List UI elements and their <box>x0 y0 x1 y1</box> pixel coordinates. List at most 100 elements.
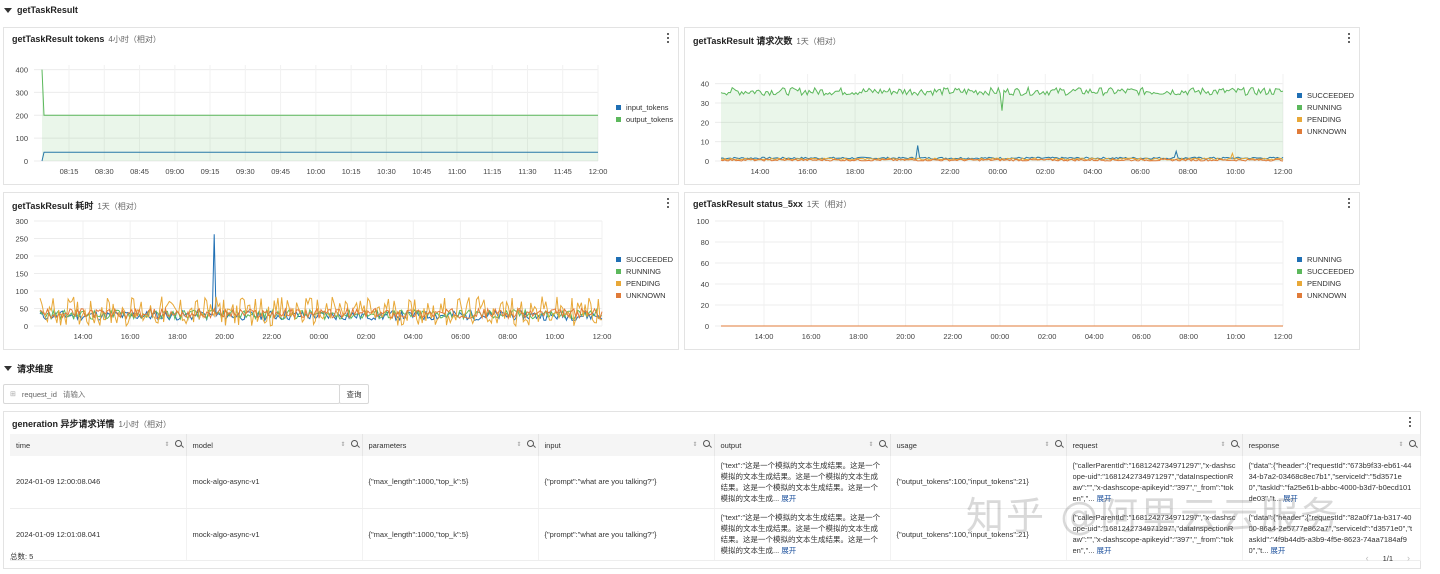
y-tick-label: 300 <box>15 217 28 226</box>
legend-item[interactable]: PENDING <box>616 277 673 289</box>
search-icon[interactable] <box>526 440 534 447</box>
more-options-icon[interactable] <box>1406 416 1414 428</box>
column-header-response[interactable]: response ⇕ <box>1242 434 1421 456</box>
x-tick-label: 14:00 <box>751 167 770 176</box>
search-icon[interactable] <box>1408 440 1416 447</box>
legend-item[interactable]: SUCCEEDED <box>1297 265 1354 277</box>
y-tick-label: 50 <box>20 305 28 314</box>
legend-item[interactable]: SUCCEEDED <box>1297 89 1354 101</box>
column-header-time[interactable]: time ⇕ <box>10 434 187 456</box>
series-line-succeeded <box>39 234 603 322</box>
column-header-label: output <box>720 440 742 450</box>
y-tick-label: 60 <box>701 259 709 268</box>
y-tick-label: 200 <box>15 252 28 261</box>
x-tick-label: 08:00 <box>1179 167 1198 176</box>
request-detail-table-panel: generation 异步请求详情 1小时（相对） time ⇕ model ⇕ pa… <box>3 411 1421 569</box>
legend-item[interactable]: input_tokens <box>616 101 673 113</box>
next-page-icon[interactable]: › <box>1407 553 1410 563</box>
search-icon[interactable] <box>1054 440 1062 447</box>
cell-usage: {"output_tokens":100,"input_tokens":21} <box>890 508 1067 561</box>
legend-item[interactable]: PENDING <box>1297 277 1354 289</box>
expand-link[interactable]: 展开 <box>781 546 796 555</box>
collapse-caret-icon[interactable] <box>4 7 12 13</box>
legend-swatch <box>616 104 621 110</box>
legend-label: UNKNOWN <box>1307 290 1347 300</box>
y-tick-label: 250 <box>15 235 28 244</box>
latency-chart-panel: getTaskResult 耗时 1天（相对） 0 50 100 150 200 250 30… <box>3 192 679 350</box>
sort-icon[interactable]: ⇕ <box>1220 441 1225 448</box>
search-icon[interactable] <box>174 440 182 447</box>
search-icon[interactable] <box>350 440 358 447</box>
cell-output-text: {"text":"这是一个模拟的文本生成结果。这是一个模拟的文本生成结果。这是一… <box>720 460 881 503</box>
x-tick-label: 06:00 <box>1131 167 1150 176</box>
y-tick-label: 100 <box>15 134 28 143</box>
search-icon[interactable] <box>702 440 710 447</box>
expand-link[interactable]: 展开 <box>1097 494 1112 503</box>
legend-item[interactable]: SUCCEEDED <box>616 253 673 265</box>
column-header-request[interactable]: request ⇕ <box>1066 434 1243 456</box>
page-indicator: 1/1 <box>1382 553 1393 563</box>
search-icon[interactable] <box>878 440 886 447</box>
sort-icon[interactable]: ⇕ <box>692 441 697 448</box>
x-tick-label: 09:00 <box>165 167 184 176</box>
legend-label: RUNNING <box>1307 254 1342 264</box>
legend-swatch <box>1297 128 1302 134</box>
legend-item[interactable]: PENDING <box>1297 113 1354 125</box>
cell-output-text: {"text":"这是一个模拟的文本生成结果。这是一个模拟的文本生成结果。这是一… <box>720 513 881 555</box>
x-tick-label: 06:00 <box>451 332 470 341</box>
sort-icon[interactable]: ⇕ <box>516 441 521 448</box>
y-tick-label: 10 <box>701 138 709 147</box>
pagination: ‹ 1/1 › <box>1366 553 1410 563</box>
legend-swatch <box>1297 280 1302 286</box>
prev-page-icon[interactable]: ‹ <box>1366 553 1369 563</box>
x-tick-label: 20:00 <box>896 332 915 341</box>
legend-swatch <box>1297 104 1302 110</box>
legend-swatch <box>1297 92 1302 98</box>
table-row: 2024-01-09 12:00:08.046 mock-algo-async-… <box>10 456 1421 509</box>
section-header-dimension[interactable]: 请求维度 <box>4 362 53 375</box>
legend-label: RUNNING <box>1307 102 1342 112</box>
legend-item[interactable]: RUNNING <box>1297 101 1354 113</box>
x-tick-label: 09:45 <box>271 167 290 176</box>
x-tick-label: 10:15 <box>342 167 361 176</box>
expand-link[interactable]: 展开 <box>1270 546 1285 555</box>
legend-item[interactable]: UNKNOWN <box>1297 289 1354 301</box>
legend-item[interactable]: output_tokens <box>616 113 673 125</box>
search-icon[interactable] <box>1230 440 1238 447</box>
status5xx-chart-panel: getTaskResult status_5xx 1天（相对） 0 20 40 60 80… <box>684 192 1360 350</box>
x-tick-label: 16:00 <box>121 332 140 341</box>
request-id-input[interactable] <box>62 389 313 399</box>
sort-icon[interactable]: ⇕ <box>1044 441 1049 448</box>
cell-model: mock-algo-async-v1 <box>186 456 363 509</box>
column-header-usage[interactable]: usage ⇕ <box>890 434 1067 456</box>
y-tick-label: 40 <box>701 280 709 289</box>
expand-link[interactable]: 展开 <box>781 494 796 503</box>
legend-item[interactable]: UNKNOWN <box>616 289 673 301</box>
cell-parameters: {"max_length":1000,"top_k":5} <box>362 456 539 509</box>
legend-item[interactable]: UNKNOWN <box>1297 125 1354 137</box>
column-header-label: model <box>192 440 213 450</box>
legend-item[interactable]: RUNNING <box>616 265 673 277</box>
x-tick-label: 22:00 <box>941 167 960 176</box>
column-header-output[interactable]: output ⇕ <box>714 434 891 456</box>
latency-chart: 0 50 100 150 200 250 300 14:00 16:00 18:00 20:00 22… <box>15 217 611 341</box>
legend-item[interactable]: RUNNING <box>1297 253 1354 265</box>
x-tick-label: 11:00 <box>448 167 466 176</box>
request-id-search-box[interactable]: ⊞ request_id <box>3 384 340 404</box>
column-header-parameters[interactable]: parameters ⇕ <box>362 434 539 456</box>
sort-icon[interactable]: ⇕ <box>1398 441 1403 448</box>
x-tick-label: 10:00 <box>1226 167 1245 176</box>
column-header-input[interactable]: input ⇕ <box>538 434 715 456</box>
legend-swatch <box>616 116 621 122</box>
sort-icon[interactable]: ⇕ <box>340 441 345 448</box>
tokens-chart-panel: getTaskResult tokens 4小时（相对） 0 100 200 300 40… <box>3 27 679 185</box>
expand-link[interactable]: 展开 <box>1283 494 1298 503</box>
cell-request: {"callerParentId":"1681242734971297","x-… <box>1066 456 1243 509</box>
column-header-model[interactable]: model ⇕ <box>186 434 363 456</box>
sort-icon[interactable]: ⇕ <box>164 441 169 448</box>
sort-icon[interactable]: ⇕ <box>868 441 873 448</box>
query-button[interactable]: 查询 <box>339 384 369 404</box>
collapse-caret-icon[interactable] <box>4 366 12 371</box>
section-header-gettaskresult[interactable]: getTaskResult <box>4 5 78 15</box>
expand-link[interactable]: 展开 <box>1097 546 1112 555</box>
